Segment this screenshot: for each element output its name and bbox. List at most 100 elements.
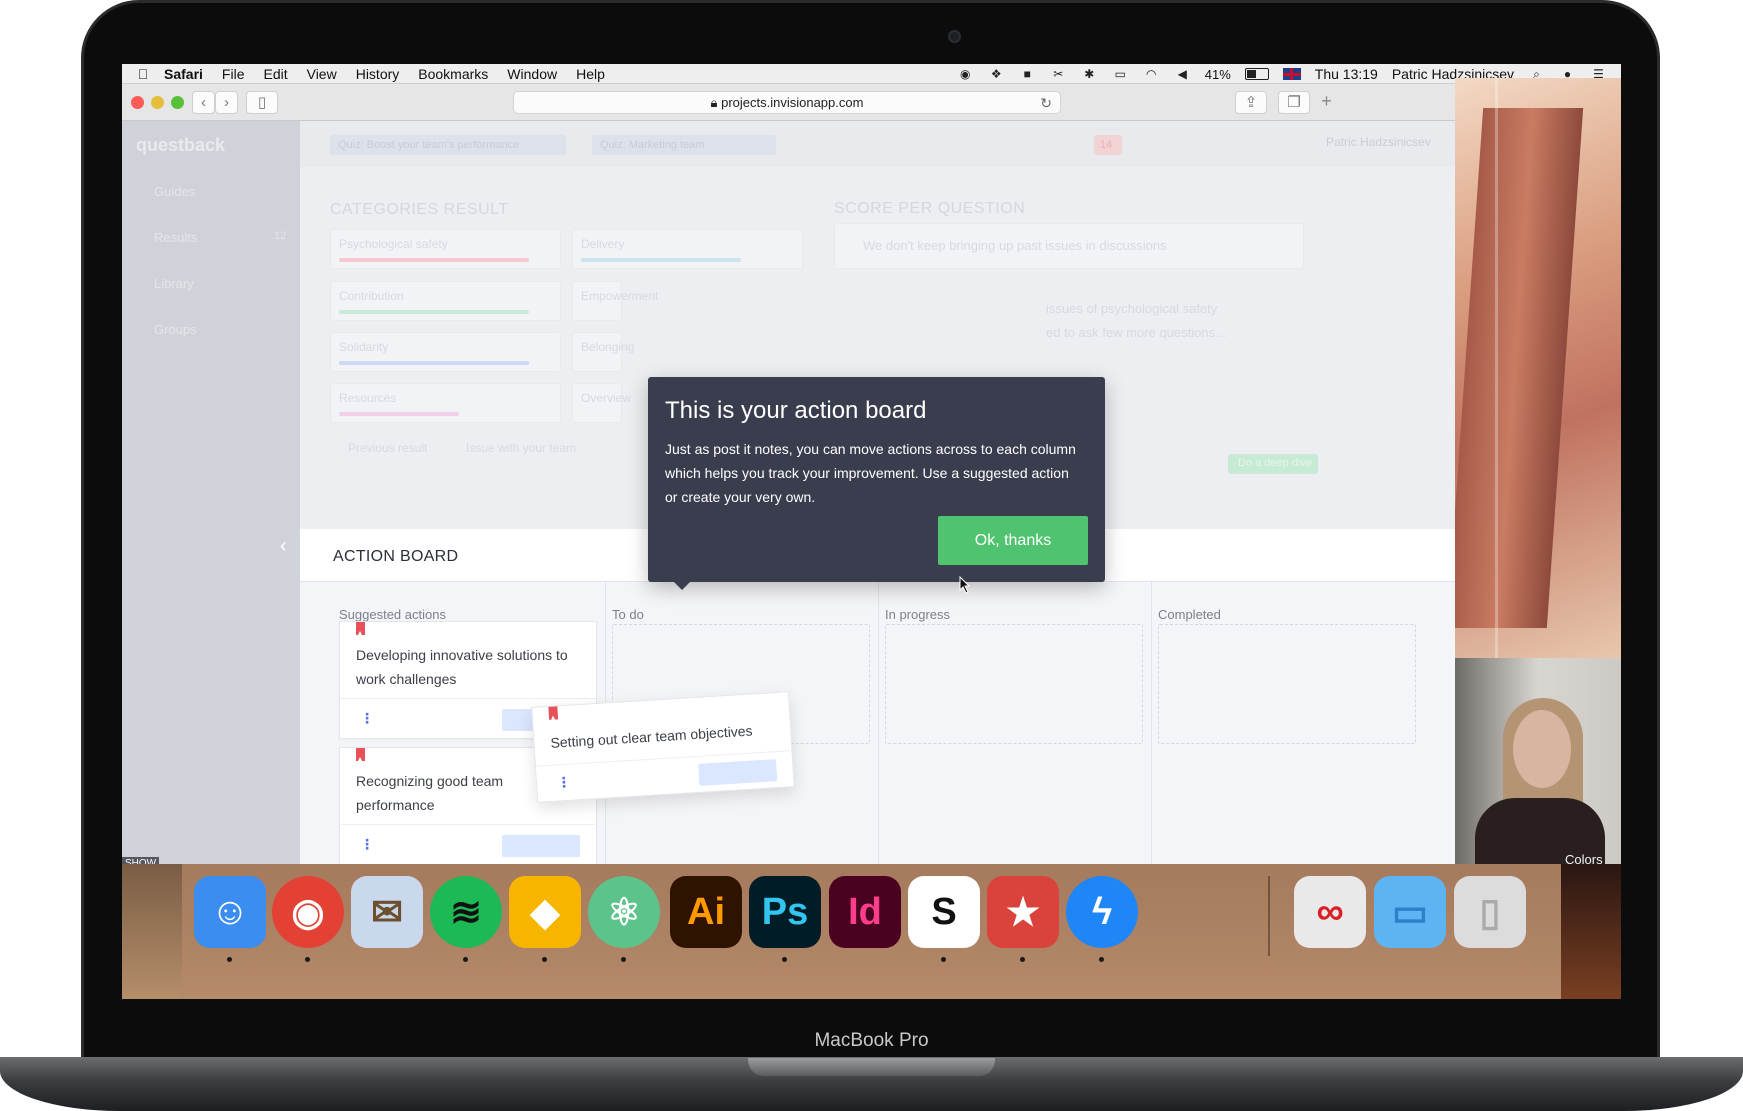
reload-icon[interactable]: ↻: [1040, 92, 1052, 114]
notification-badge[interactable]: 14: [1094, 135, 1122, 155]
category-card[interactable]: Overview: [572, 383, 631, 423]
question-row[interactable]: We don't keep bringing up past issues in…: [834, 223, 1304, 269]
category-card[interactable]: Empowerment: [572, 281, 658, 321]
app-status-icon[interactable]: ■: [1019, 67, 1036, 81]
category-card[interactable]: Resources: [330, 383, 561, 423]
menu-history[interactable]: History: [356, 66, 400, 82]
dragging-action-card[interactable]: Setting out clear team objectives ⋮: [531, 691, 795, 803]
trash-icon[interactable]: ▯: [1454, 876, 1526, 948]
tooltip-body: Just as post it notes, you can move acti…: [665, 441, 1076, 505]
more-options-icon[interactable]: ⋮: [556, 774, 571, 792]
battery-icon[interactable]: [1244, 68, 1269, 80]
category-bar: [339, 310, 529, 314]
atom-icon[interactable]: ⚛: [588, 876, 660, 948]
menubar-clock[interactable]: Thu 13:19: [1315, 66, 1378, 82]
extension-icon[interactable]: ✱: [1081, 67, 1098, 81]
wunderlist-icon[interactable]: ★: [987, 876, 1059, 948]
folder-icon[interactable]: ▭: [1374, 876, 1446, 948]
tool-icon[interactable]: ✂: [1050, 67, 1067, 81]
category-label: Psychological safety: [339, 237, 448, 251]
mouse-cursor-icon: [959, 576, 971, 594]
category-label: Belonging: [581, 340, 635, 354]
action-card-footer: ⋮: [535, 750, 794, 802]
action-board-title: ACTION BOARD: [333, 548, 459, 565]
ok-thanks-button[interactable]: Ok, thanks: [938, 516, 1088, 565]
apple-icon[interactable]: : [122, 66, 164, 82]
zoom-window-button[interactable]: [171, 96, 184, 109]
menu-view[interactable]: View: [307, 66, 337, 82]
tower-shape: [1455, 108, 1584, 628]
video-feed-presenter: Colors: [1455, 658, 1621, 864]
sidebar-item-results[interactable]: Results 12: [154, 230, 286, 245]
ask-more-text: ed to ask few more questions...: [1046, 325, 1226, 340]
sidebar-item-groups[interactable]: Groups: [154, 322, 197, 337]
new-tab-button[interactable]: +: [1315, 91, 1338, 114]
category-card[interactable]: Contribution: [330, 281, 561, 321]
menu-file[interactable]: File: [222, 66, 245, 82]
illustrator-icon[interactable]: Ai: [670, 876, 742, 948]
brand-logo[interactable]: questback: [136, 135, 225, 156]
column-completed: Completed: [1158, 607, 1221, 622]
finder-icon[interactable]: ☺: [194, 876, 266, 948]
indesign-icon[interactable]: Id: [829, 876, 901, 948]
menu-bookmarks[interactable]: Bookmarks: [418, 66, 488, 82]
more-options-icon[interactable]: ⋮: [360, 836, 374, 853]
chrome-icon[interactable]: ◉: [272, 876, 344, 948]
category-bar: [339, 412, 459, 416]
category-card[interactable]: Belonging: [572, 332, 634, 372]
running-indicator: [782, 957, 787, 962]
forward-button[interactable]: ›: [215, 91, 238, 114]
spotify-icon[interactable]: ≋: [430, 876, 502, 948]
sidebar-item-guides[interactable]: Guides: [154, 184, 195, 199]
dock-wallpaper-right: [1561, 864, 1621, 999]
airplay-icon[interactable]: ▭: [1112, 67, 1129, 81]
share-button[interactable]: ⇪: [1235, 91, 1267, 114]
messenger-icon[interactable]: ϟ: [1066, 876, 1138, 948]
sidebar-toggle-button[interactable]: ▯: [246, 91, 278, 114]
running-indicator: [941, 957, 946, 962]
completed-dropzone[interactable]: [1158, 624, 1416, 744]
menu-app-name[interactable]: Safari: [164, 66, 203, 82]
collapse-left-icon[interactable]: ‹: [280, 535, 287, 558]
wifi-icon[interactable]: ◠: [1143, 67, 1160, 81]
header-user-name[interactable]: Patric Hadzsinicsev: [1326, 135, 1431, 149]
action-card-text: Setting out clear team objectives: [550, 722, 753, 751]
categories-title: CATEGORIES RESULT: [330, 201, 509, 218]
video-caption: Colors: [1565, 852, 1603, 864]
sidebar-item-library[interactable]: Library: [154, 276, 194, 291]
creative-cloud-icon[interactable]: ∞: [1294, 876, 1366, 948]
quiz-pill-2[interactable]: Quiz: Marketing team: [592, 135, 776, 155]
web-page: questback Guides Results 12 Library Grou…: [122, 121, 1455, 864]
tabs-overview-button[interactable]: ❐: [1278, 91, 1310, 114]
add-action-button[interactable]: [698, 759, 778, 786]
record-icon[interactable]: ◉: [957, 67, 974, 81]
preview-icon[interactable]: ✉: [351, 876, 423, 948]
quiz-pill-1[interactable]: Quiz: Boost your team's performance: [330, 135, 566, 155]
add-action-button[interactable]: [502, 835, 580, 857]
category-bar: [581, 258, 741, 262]
category-card[interactable]: Solidarity: [330, 332, 561, 372]
minimize-window-button[interactable]: [151, 96, 164, 109]
menu-edit[interactable]: Edit: [263, 66, 287, 82]
back-button[interactable]: ‹: [192, 91, 215, 114]
category-card[interactable]: Psychological safety: [330, 229, 561, 269]
dropbox-icon[interactable]: ❖: [988, 67, 1005, 81]
column-to-do: To do: [612, 607, 644, 622]
sketch-icon[interactable]: ◆: [509, 876, 581, 948]
dock-wallpaper-left: [122, 864, 182, 999]
uk-flag-icon[interactable]: [1282, 68, 1301, 80]
question-text: We don't keep bringing up past issues in…: [863, 238, 1167, 253]
address-bar[interactable]: 🔒︎ projects.invisionapp.com ↻: [513, 91, 1061, 114]
close-window-button[interactable]: [131, 96, 144, 109]
menu-help[interactable]: Help: [576, 66, 605, 82]
deep-dive-button[interactable]: Do a deep dive: [1228, 454, 1318, 474]
presenter-face: [1513, 710, 1571, 788]
slack-icon[interactable]: S: [908, 876, 980, 948]
category-card[interactable]: Delivery: [572, 229, 803, 269]
tooltip-title: This is your action board: [665, 397, 927, 424]
in-progress-dropzone[interactable]: [885, 624, 1143, 744]
more-options-icon[interactable]: ⋮: [360, 710, 374, 727]
volume-icon[interactable]: ◀: [1174, 67, 1191, 81]
menu-window[interactable]: Window: [507, 66, 557, 82]
photoshop-icon[interactable]: Ps: [749, 876, 821, 948]
